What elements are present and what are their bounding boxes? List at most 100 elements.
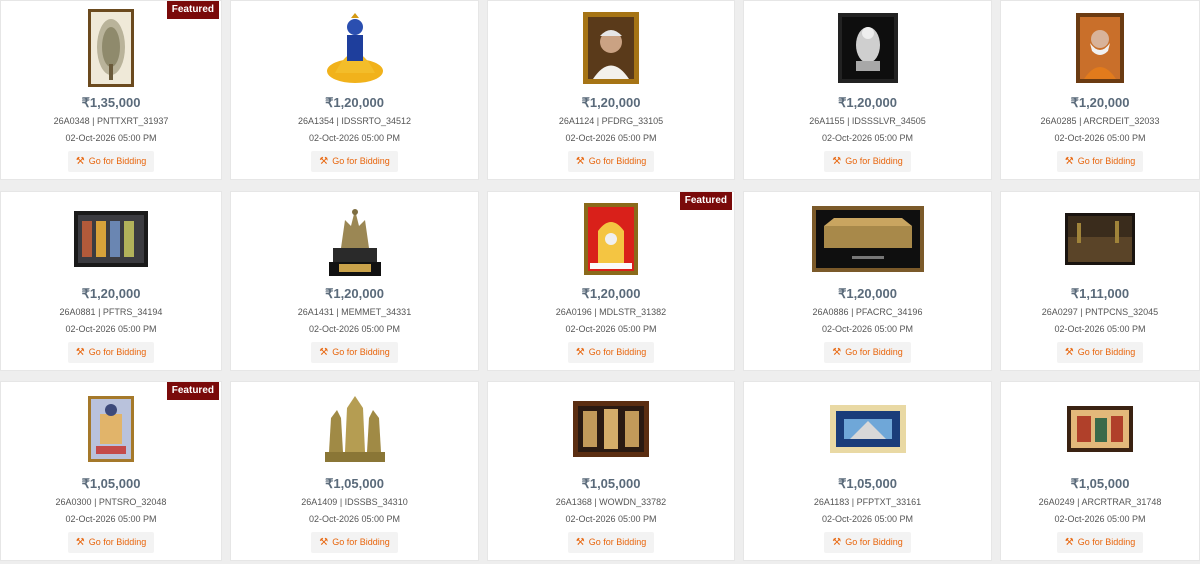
lot-code: 26A1354 | IDSSRTO_34512 <box>297 116 412 126</box>
lot-price: ₹1,11,000 <box>1070 285 1130 301</box>
lot-price: ₹1,20,000 <box>325 95 384 110</box>
go-for-bidding-button[interactable]: ⚒ Go for Bidding <box>1056 532 1144 554</box>
lot-image[interactable] <box>1 7 221 89</box>
gavel-icon: ⚒ <box>832 537 842 549</box>
lot-end-date: 02-Oct-2026 05:00 PM <box>821 514 914 525</box>
lot-price: ₹1,20,000 <box>838 95 897 110</box>
lot-image[interactable] <box>744 7 991 89</box>
lot-image[interactable] <box>1001 198 1199 280</box>
bid-label: Go for Bidding <box>1077 537 1136 548</box>
lot-code: 26A0348 | PNTTXRT_31937 <box>53 116 169 126</box>
gavel-icon: ⚒ <box>1064 537 1074 549</box>
lot-code: 26A0285 | ARCRDEIT_32033 <box>1040 116 1160 126</box>
lot-card[interactable]: Featured ₹1,35,000 26A0348 | PNTTXRT_31937… <box>0 0 222 180</box>
lot-card[interactable]: ₹1,05,000 26A1368 | WOWDN_33782 02-Oct-202… <box>487 381 735 562</box>
lot-image[interactable] <box>488 198 734 280</box>
go-for-bidding-button[interactable]: ⚒ Go for Bidding <box>567 341 655 363</box>
lot-end-date: 02-Oct-2026 05:00 PM <box>65 514 157 525</box>
lot-image[interactable] <box>1 198 221 280</box>
go-for-bidding-button[interactable]: ⚒ Go for Bidding <box>824 532 911 554</box>
go-for-bidding-button[interactable]: ⚒ Go for Bidding <box>1056 341 1144 363</box>
gavel-icon: ⚒ <box>832 346 842 358</box>
featured-badge: Featured <box>166 1 219 19</box>
gavel-icon: ⚒ <box>832 156 842 167</box>
lot-card[interactable]: ₹1,20,000 26A1155 | IDSSSLVR_34505 02-Oct-… <box>743 0 992 180</box>
lot-image[interactable] <box>1 388 221 470</box>
lot-code: 26A0886 | PFACRC_34196 <box>812 306 923 317</box>
bid-label: Go for Bidding <box>1077 156 1136 166</box>
lot-code: 26A0196 | MDLSTR_31382 <box>555 306 667 317</box>
lot-card[interactable]: ₹1,20,000 26A0886 | PFACRC_34196 02-Oct-20… <box>743 190 992 371</box>
lot-card[interactable]: ₹1,20,000 26A1431 | MEMMET_34331 02-Oct-20… <box>230 190 479 371</box>
gavel-icon: ⚒ <box>575 346 585 358</box>
go-for-bidding-button[interactable]: ⚒ Go for Bidding <box>67 341 155 363</box>
go-for-bidding-button[interactable]: ⚒ Go for Bidding <box>567 532 655 554</box>
bid-label: Go for Bidding <box>845 346 903 357</box>
bid-label: Go for Bidding <box>588 156 647 166</box>
lot-image[interactable] <box>231 7 478 89</box>
lot-card[interactable]: ₹1,20,000 26A0881 | PFTRS_34194 02-Oct-202… <box>0 190 222 371</box>
bid-label: Go for Bidding <box>588 346 647 357</box>
gavel-icon: ⚒ <box>1064 346 1074 358</box>
gavel-icon: ⚒ <box>75 537 85 549</box>
lot-image[interactable] <box>744 198 991 280</box>
go-for-bidding-button[interactable]: ⚒ Go for Bidding <box>67 532 155 554</box>
lot-price: ₹1,20,000 <box>1070 95 1130 110</box>
bid-label: Go for Bidding <box>1077 346 1136 357</box>
gavel-icon: ⚒ <box>319 156 329 167</box>
lot-end-date: 02-Oct-2026 05:00 PM <box>65 323 157 334</box>
bid-label: Go for Bidding <box>845 156 903 166</box>
lot-price: ₹1,20,000 <box>838 285 897 301</box>
lot-card[interactable]: ₹1,20,000 26A1354 | IDSSRTO_34512 02-Oct-2… <box>230 0 479 180</box>
lot-card[interactable]: Featured ₹1,20,000 26A0196 | MDLSTR_31382 0… <box>487 190 735 371</box>
go-for-bidding-button[interactable]: ⚒ Go for Bidding <box>311 341 398 363</box>
lot-end-date: 02-Oct-2026 05:00 PM <box>308 514 401 525</box>
lot-code: 26A1368 | WOWDN_33782 <box>555 497 667 508</box>
lot-card[interactable]: ₹1,05,000 26A1183 | PFPTXT_33161 02-Oct-20… <box>743 381 992 562</box>
bid-label: Go for Bidding <box>88 346 147 357</box>
lot-end-date: 02-Oct-2026 05:00 PM <box>821 323 914 334</box>
lot-code: 26A0881 | PFTRS_34194 <box>59 306 163 317</box>
lot-price: ₹1,20,000 <box>325 285 384 301</box>
go-for-bidding-button[interactable]: ⚒ Go for Bidding <box>567 151 655 172</box>
lot-image[interactable] <box>488 7 734 89</box>
lot-card[interactable]: ₹1,05,000 26A1409 | IDSSBS_34310 02-Oct-20… <box>230 381 479 562</box>
lot-image[interactable] <box>744 388 991 470</box>
lot-end-date: 02-Oct-2026 05:00 PM <box>308 133 401 143</box>
lots-grid: Featured ₹1,35,000 26A0348 | PNTTXRT_31937… <box>0 0 1200 564</box>
bid-label: Go for Bidding <box>88 537 147 548</box>
lot-price: ₹1,20,000 <box>581 285 641 301</box>
lot-image[interactable] <box>231 198 478 280</box>
lot-code: 26A1431 | MEMMET_34331 <box>297 306 412 317</box>
gavel-icon: ⚒ <box>575 537 585 549</box>
lot-card[interactable]: ₹1,20,000 26A1124 | PFDRG_33105 02-Oct-202… <box>487 0 735 180</box>
lot-code: 26A1409 | IDSSBS_34310 <box>301 497 408 508</box>
lot-code: 26A1183 | PFPTXT_33161 <box>813 497 922 508</box>
lot-image[interactable] <box>1001 7 1199 89</box>
lot-code: 26A1155 | IDSSSLVR_34505 <box>809 116 926 126</box>
lot-card[interactable]: ₹1,05,000 26A0249 | ARCRTRAR_31748 02-Oct-… <box>1000 381 1200 562</box>
lot-end-date: 02-Oct-2026 05:00 PM <box>308 323 401 334</box>
lot-price: ₹1,05,000 <box>838 476 897 492</box>
go-for-bidding-button[interactable]: ⚒ Go for Bidding <box>311 151 398 172</box>
go-for-bidding-button[interactable]: ⚒ Go for Bidding <box>824 341 911 363</box>
gavel-icon: ⚒ <box>575 156 585 167</box>
lot-image[interactable] <box>231 388 478 470</box>
lot-price: ₹1,20,000 <box>81 285 141 301</box>
lot-image[interactable] <box>488 388 734 470</box>
lot-price: ₹1,20,000 <box>581 95 641 110</box>
lot-end-date: 02-Oct-2026 05:00 PM <box>565 323 657 334</box>
lot-code: 26A0297 | PNTPCNS_32045 <box>1041 306 1159 317</box>
go-for-bidding-button[interactable]: ⚒ Go for Bidding <box>311 532 398 554</box>
bid-label: Go for Bidding <box>332 537 390 548</box>
lot-end-date: 02-Oct-2026 05:00 PM <box>1054 133 1146 143</box>
lot-card[interactable]: Featured ₹1,05,000 26A0300 | PNTSRO_32048 0… <box>0 381 222 562</box>
lot-image[interactable] <box>1001 388 1199 470</box>
go-for-bidding-button[interactable]: ⚒ Go for Bidding <box>1056 151 1144 172</box>
lot-price: ₹1,35,000 <box>81 95 141 110</box>
lot-card[interactable]: ₹1,20,000 26A0285 | ARCRDEIT_32033 02-Oct-… <box>1000 0 1200 180</box>
featured-badge: Featured <box>679 191 732 210</box>
lot-card[interactable]: ₹1,11,000 26A0297 | PNTPCNS_32045 02-Oct-2… <box>1000 190 1200 371</box>
go-for-bidding-button[interactable]: ⚒ Go for Bidding <box>824 151 911 172</box>
go-for-bidding-button[interactable]: ⚒ Go for Bidding <box>67 151 155 172</box>
